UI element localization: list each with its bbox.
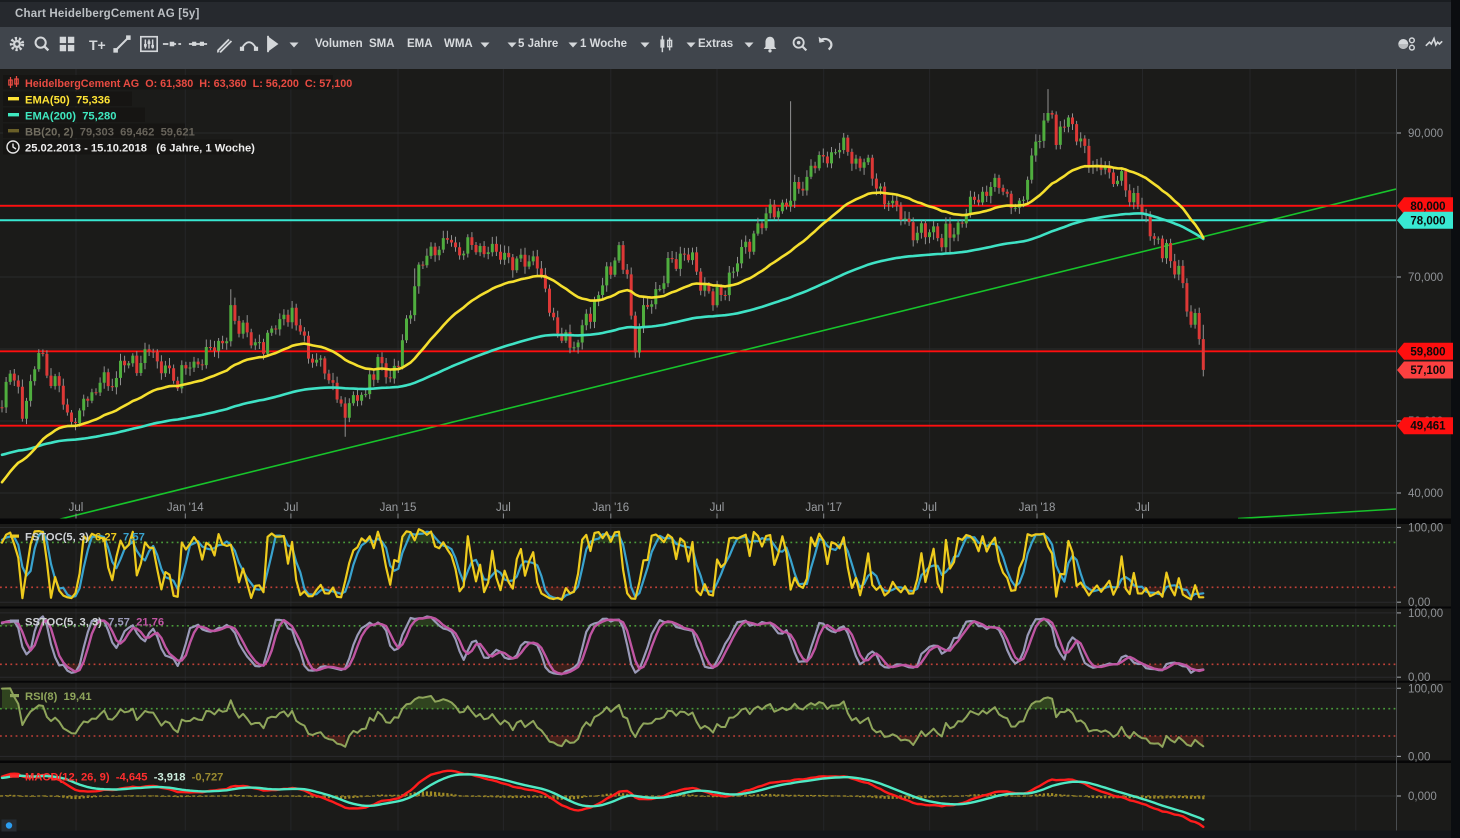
svg-text:100,00: 100,00 [1408, 523, 1443, 535]
svg-text:90,000: 90,000 [1408, 128, 1443, 140]
svg-text:100,00: 100,00 [1408, 608, 1443, 620]
svg-text:Jan '15: Jan '15 [380, 502, 417, 514]
svg-text:100,00: 100,00 [1408, 683, 1443, 695]
svg-text:MACD(12, 26, 9) -4,645 -3,91: MACD(12, 26, 9) -4,645 -3,918 -0,727 [25, 772, 223, 784]
svg-text:Jan '14: Jan '14 [167, 502, 204, 514]
svg-text:0,000: 0,000 [1408, 791, 1437, 803]
svg-text:0,00: 0,00 [1408, 751, 1430, 763]
svg-text:Jan '18: Jan '18 [1019, 502, 1056, 514]
svg-text:EMA(50) 75,336: EMA(50) 75,336 [25, 95, 110, 107]
svg-text:HeidelbergCement AG O: 61,380: HeidelbergCement AG O: 61,380 H: 63,360 … [25, 78, 352, 90]
svg-text:Jul: Jul [496, 502, 511, 514]
svg-text:Jul: Jul [1135, 502, 1150, 514]
svg-text:57,100: 57,100 [1410, 365, 1445, 377]
svg-text:Jul: Jul [284, 502, 299, 514]
svg-text:SSTOC(5, 3, 3) 7,57 21,76: SSTOC(5, 3, 3) 7,57 21,76 [25, 617, 164, 629]
svg-text:Jan '17: Jan '17 [805, 502, 842, 514]
svg-text:EMA(200) 75,280: EMA(200) 75,280 [25, 111, 116, 123]
svg-text:FSTOC(5, 3) 6,27 7,57: FSTOC(5, 3) 6,27 7,57 [25, 532, 145, 544]
svg-text:40,000: 40,000 [1408, 488, 1443, 500]
svg-text:25.02.2013 - 15.10.2018 (6 J: 25.02.2013 - 15.10.2018 (6 Jahre, 1 Woch… [25, 143, 255, 155]
svg-text:49,461: 49,461 [1410, 421, 1446, 433]
svg-text:BB(20, 2) 79,303 69,462 59,: BB(20, 2) 79,303 69,462 59,621 [25, 127, 195, 139]
svg-text:78,000: 78,000 [1410, 215, 1445, 227]
svg-text:RSI(8) 19,41: RSI(8) 19,41 [25, 691, 92, 703]
svg-text:59,800: 59,800 [1410, 346, 1445, 358]
svg-text:Jul: Jul [69, 502, 84, 514]
svg-text:80,000: 80,000 [1410, 201, 1445, 213]
svg-text:Jul: Jul [710, 502, 725, 514]
svg-text:Jan '16: Jan '16 [592, 502, 629, 514]
svg-text:70,000: 70,000 [1408, 272, 1443, 284]
svg-text:Jul: Jul [922, 502, 937, 514]
